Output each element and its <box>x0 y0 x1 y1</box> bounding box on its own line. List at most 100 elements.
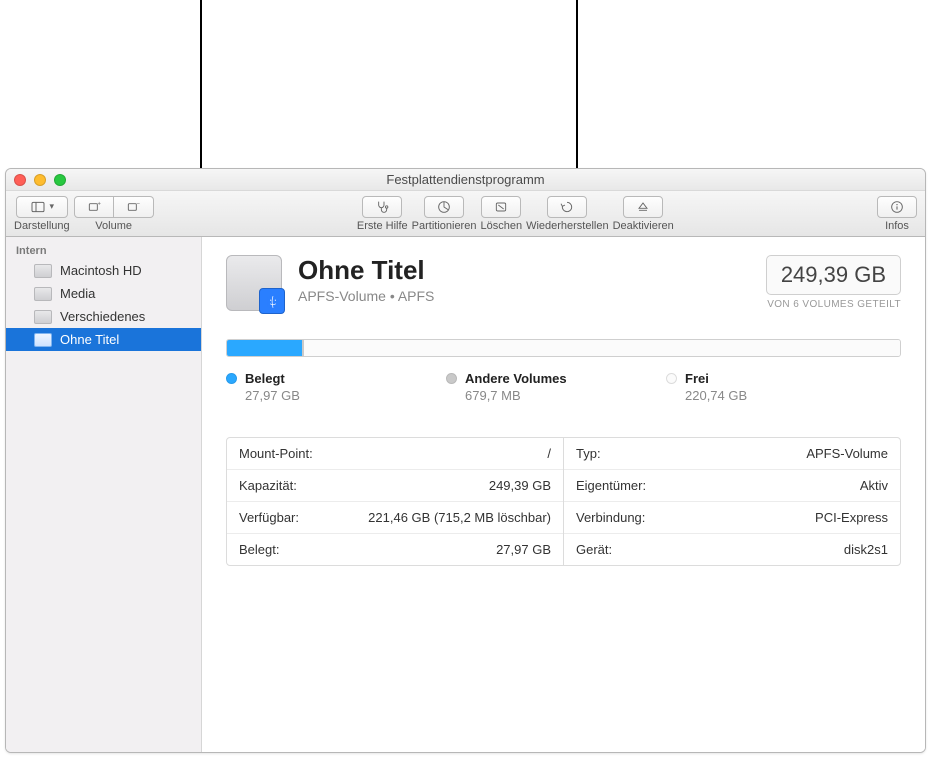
legend-free-value: 220,74 GB <box>685 388 826 403</box>
detail-key: Kapazität: <box>239 478 297 493</box>
sidebar-item-macintosh-hd[interactable]: Macintosh HD <box>6 259 201 282</box>
sidebar-item-label: Verschiedenes <box>60 309 145 324</box>
chevron-down-icon: ▾ <box>50 201 55 212</box>
restore-button[interactable] <box>547 196 587 218</box>
detail-value: 27,97 GB <box>496 542 551 557</box>
erase-label: Löschen <box>480 220 522 232</box>
detail-value: PCI-Express <box>815 510 888 525</box>
detail-row: Mount-Point: / <box>227 438 563 470</box>
app-window: Festplattendienstprogramm ▾ Darstellung … <box>5 168 926 753</box>
swatch-other-icon <box>446 373 457 384</box>
erase-button[interactable] <box>481 196 521 218</box>
detail-key: Eigentümer: <box>576 478 646 493</box>
sidebar-item-ohne-titel[interactable]: Ohne Titel <box>6 328 201 351</box>
detail-row: Kapazität: 249,39 GB <box>227 470 563 502</box>
erase-icon <box>493 199 509 215</box>
detail-value: APFS-Volume <box>806 446 888 461</box>
sidebar-item-label: Media <box>60 286 95 301</box>
volume-icon <box>34 264 52 278</box>
swatch-free-icon <box>666 373 677 384</box>
volume-icon <box>34 310 52 324</box>
sidebar: Intern Macintosh HD Media Verschiedenes … <box>6 237 202 752</box>
detail-value: disk2s1 <box>844 542 888 557</box>
volume-subtitle: APFS-Volume • APFS <box>298 288 434 304</box>
info-icon <box>889 199 905 215</box>
sidebar-item-verschiedenes[interactable]: Verschiedenes <box>6 305 201 328</box>
window-title: Festplattendienstprogramm <box>6 172 925 187</box>
usage-legend: Belegt 27,97 GB Andere Volumes 679,7 MB … <box>226 371 901 403</box>
finder-badge-icon <box>263 292 283 312</box>
svg-text:+: + <box>97 201 101 207</box>
disk-drive-icon <box>226 255 282 311</box>
detail-row: Eigentümer: Aktiv <box>564 470 900 502</box>
volume-add-icon: + <box>86 199 102 215</box>
titlebar: Festplattendienstprogramm <box>6 169 925 191</box>
sidebar-item-label: Macintosh HD <box>60 263 142 278</box>
sidebar-item-label: Ohne Titel <box>60 332 119 347</box>
usage-segment-free <box>304 340 900 356</box>
view-toggle-button[interactable]: ▾ <box>16 196 68 218</box>
unmount-button[interactable] <box>623 196 663 218</box>
toolbar: ▾ Darstellung + − Volume Erste Hilfe <box>6 191 925 237</box>
detail-key: Belegt: <box>239 542 279 557</box>
detail-row: Belegt: 27,97 GB <box>227 534 563 565</box>
detail-row: Typ: APFS-Volume <box>564 438 900 470</box>
info-label: Infos <box>885 220 909 232</box>
add-volume-button[interactable]: + <box>74 196 114 218</box>
detail-value: / <box>547 446 551 461</box>
detail-key: Mount-Point: <box>239 446 313 461</box>
legend-free: Frei 220,74 GB <box>666 371 826 403</box>
view-toggle-label: Darstellung <box>14 220 70 232</box>
legend-used-value: 27,97 GB <box>245 388 386 403</box>
close-window-button[interactable] <box>14 174 26 186</box>
volume-name: Ohne Titel <box>298 255 434 286</box>
sidebar-item-media[interactable]: Media <box>6 282 201 305</box>
detail-key: Typ: <box>576 446 601 461</box>
detail-value: Aktiv <box>860 478 888 493</box>
restore-icon <box>559 199 575 215</box>
pie-icon <box>436 199 452 215</box>
detail-value: 249,39 GB <box>489 478 551 493</box>
info-button[interactable] <box>877 196 917 218</box>
stethoscope-icon <box>374 199 390 215</box>
window-controls <box>14 174 66 186</box>
detail-value: 221,46 GB (715,2 MB löschbar) <box>368 510 551 525</box>
partition-button[interactable] <box>424 196 464 218</box>
volume-size-badge: 249,39 GB <box>766 255 901 295</box>
unmount-label: Deaktivieren <box>613 220 674 232</box>
volume-shared-note: VON 6 VOLUMES GETEILT <box>766 299 901 310</box>
zoom-window-button[interactable] <box>54 174 66 186</box>
detail-row: Verbindung: PCI-Express <box>564 502 900 534</box>
details-column-right: Typ: APFS-Volume Eigentümer: Aktiv Verbindun… <box>564 438 900 565</box>
sidebar-layout-icon <box>30 199 46 215</box>
details-column-left: Mount-Point: / Kapazität: 249,39 GB Verfügba… <box>227 438 564 565</box>
legend-other-value: 679,7 MB <box>465 388 606 403</box>
minimize-window-button[interactable] <box>34 174 46 186</box>
swatch-used-icon <box>226 373 237 384</box>
legend-free-label: Frei <box>685 371 709 386</box>
volume-icon <box>34 333 52 347</box>
first-aid-label: Erste Hilfe <box>357 220 408 232</box>
volume-header: Ohne Titel APFS-Volume • APFS 249,39 GB … <box>226 255 901 311</box>
legend-used-label: Belegt <box>245 371 285 386</box>
toolbar-volume-group: + − Volume <box>74 196 154 232</box>
svg-text:−: − <box>136 201 140 207</box>
toolbar-view-group: ▾ Darstellung <box>14 196 70 232</box>
eject-icon <box>635 199 651 215</box>
main-panel: Ohne Titel APFS-Volume • APFS 249,39 GB … <box>202 237 925 752</box>
remove-volume-button[interactable]: − <box>114 196 154 218</box>
volume-group-label: Volume <box>95 220 132 232</box>
detail-row: Verfügbar:221,46 GB (715,2 MB löschbar) <box>227 502 563 534</box>
volume-icon <box>34 287 52 301</box>
detail-key: Gerät: <box>576 542 612 557</box>
restore-label: Wiederherstellen <box>526 220 609 232</box>
usage-segment-used <box>227 340 302 356</box>
details-table: Mount-Point: / Kapazität: 249,39 GB Verfügba… <box>226 437 901 566</box>
legend-used: Belegt 27,97 GB <box>226 371 386 403</box>
volume-remove-icon: − <box>125 199 141 215</box>
legend-other-label: Andere Volumes <box>465 371 567 386</box>
legend-other: Andere Volumes 679,7 MB <box>446 371 606 403</box>
detail-key: Verbindung: <box>576 510 645 525</box>
sidebar-section-header: Intern <box>6 241 201 259</box>
first-aid-button[interactable] <box>362 196 402 218</box>
